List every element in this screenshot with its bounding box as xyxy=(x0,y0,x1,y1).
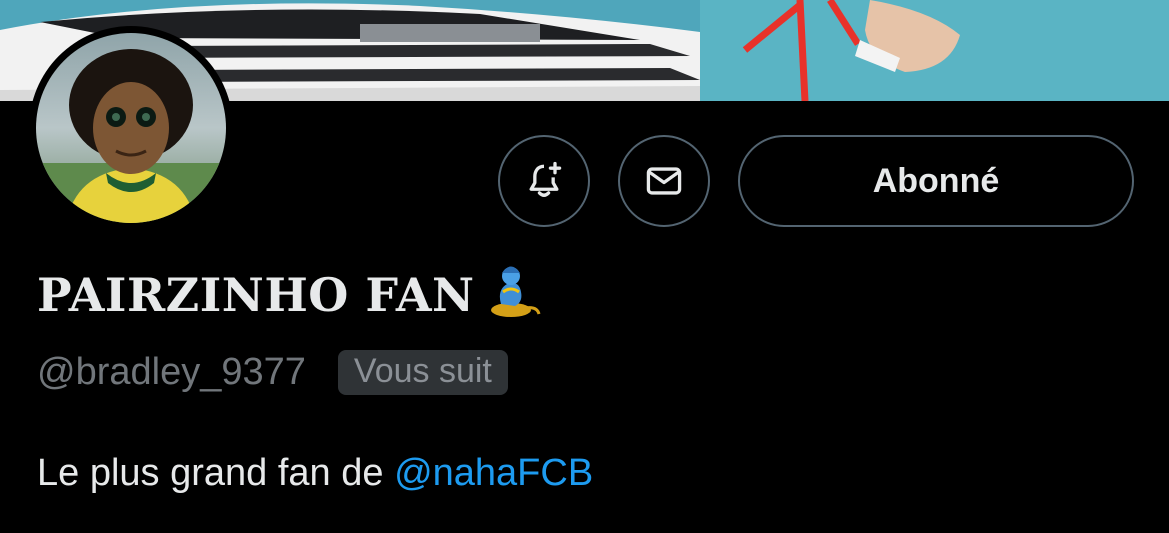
following-button[interactable]: Abonné xyxy=(738,135,1134,227)
profile-bio: Le plus grand fan de @nahaFCB xyxy=(37,452,593,495)
profile-name-row: PAIRZINHO FAN xyxy=(37,262,541,327)
bio-mention-link[interactable]: @nahaFCB xyxy=(394,452,593,494)
follows-you-badge: Vous suit xyxy=(337,350,508,395)
message-button[interactable] xyxy=(618,135,710,227)
genie-emoji-icon xyxy=(485,262,541,327)
notify-button[interactable] xyxy=(498,135,590,227)
bio-text: Le plus grand fan de xyxy=(37,452,395,494)
user-handle: @bradley_9377 xyxy=(37,351,306,393)
display-name: PAIRZINHO FAN xyxy=(37,267,475,322)
cartoon-avatar-image xyxy=(36,33,226,223)
avatar[interactable] xyxy=(29,26,233,230)
bell-plus-icon xyxy=(529,161,562,197)
profile-handle-row: @bradley_9377 Vous suit xyxy=(37,350,508,395)
following-button-label: Abonné xyxy=(872,161,1000,200)
envelope-icon xyxy=(646,167,682,195)
